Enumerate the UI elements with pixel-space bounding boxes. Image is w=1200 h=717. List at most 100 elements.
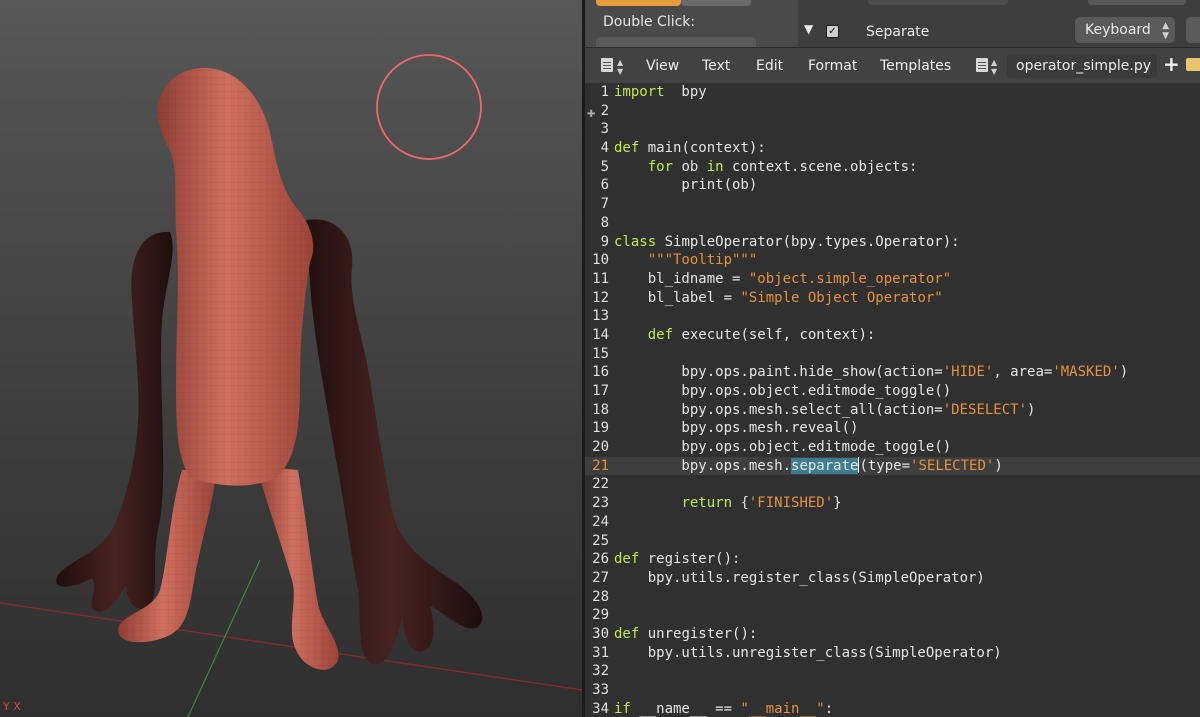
code-line[interactable]: 2 [585, 102, 1200, 121]
code-line[interactable]: 6 print(ob) [585, 176, 1200, 195]
code-token: bpy.ops.object.editmode_toggle() [614, 439, 952, 456]
code-token: bl_label = [614, 289, 741, 306]
text-editor-icon [601, 58, 613, 72]
keymap-field-top[interactable] [868, 0, 1008, 5]
code-token: bpy.utils.register_class(SimpleOperator) [614, 569, 985, 586]
code-line[interactable]: 28 [585, 588, 1200, 607]
code-line[interactable]: 20 bpy.ops.object.editmode_toggle() [585, 438, 1200, 457]
up-down-arrows-icon: ▲ ▼ [991, 58, 998, 76]
code-line[interactable]: 9 class SimpleOperator(bpy.types.Operator… [585, 233, 1200, 252]
code-token: bpy.ops.mesh.select_all(action= [614, 401, 943, 418]
gutter-expand-icon[interactable]: ✚ [587, 109, 595, 120]
line-number: 28 [592, 588, 609, 605]
code-token: { [732, 495, 749, 512]
code-line[interactable]: 11 bl_idname = "object.simple_operator" [585, 270, 1200, 289]
code-line[interactable]: 33 [585, 681, 1200, 700]
line-number: 22 [592, 476, 609, 493]
code-line[interactable]: 29 [585, 606, 1200, 625]
code-line[interactable]: 1 import bpy [585, 83, 1200, 102]
line-code: bpy.utils.register_class(SimpleOperator) [614, 569, 985, 588]
code-line[interactable]: 19 bpy.ops.mesh.reveal() [585, 419, 1200, 438]
up-down-arrows-icon: ▲ ▼ [617, 58, 624, 76]
keymap-item-name[interactable]: Separate [866, 24, 929, 40]
keymap-preferences-strip: Double Click: ▼ ✓ Separate Keyboard ▲ ▼ [585, 0, 1200, 47]
text-filename-field[interactable]: operator_simple.py [1007, 54, 1157, 78]
code-line[interactable]: 5 for ob in context.scene.objects: [585, 158, 1200, 177]
line-code: class SimpleOperator(bpy.types.Operator)… [614, 233, 960, 252]
keymap-field-top-right[interactable] [1088, 0, 1186, 5]
code-token: ) [1119, 364, 1129, 381]
code-line[interactable]: 30 def unregister(): [585, 625, 1200, 644]
code-line[interactable]: 10 """Tooltip""" [585, 251, 1200, 270]
line-code: """Tooltip""" [614, 251, 758, 270]
code-line[interactable]: 31 bpy.utils.unregister_class(SimpleOper… [585, 644, 1200, 663]
browse-text-button[interactable]: ▲ ▼ [974, 56, 1004, 76]
keyword-token: return [681, 495, 733, 512]
keymap-item-checkbox[interactable]: ✓ [826, 25, 839, 38]
keymap-input-type-dropdown[interactable]: Keyboard ▲ ▼ [1075, 17, 1175, 43]
code-line[interactable]: 14 def execute(self, context): [585, 326, 1200, 345]
code-token: ob [673, 158, 707, 175]
left-arm-masked [56, 231, 173, 612]
code-line[interactable]: 13 [585, 307, 1200, 326]
code-line[interactable]: 24 [585, 513, 1200, 532]
code-token: register(): [639, 551, 741, 568]
keyword-token: def [614, 140, 640, 157]
line-code: for ob in context.scene.objects: [614, 158, 918, 177]
line-number: 33 [592, 682, 609, 698]
code-line[interactable]: 4 def main(context): [585, 139, 1200, 158]
code-token: bpy.ops.mesh. [614, 457, 792, 474]
code-line[interactable]: 16 bpy.ops.paint.hide_show(action='HIDE'… [585, 363, 1200, 382]
code-line[interactable]: 12 bl_label = "Simple Object Operator" [585, 289, 1200, 308]
code-line[interactable]: 34 if __name__ == "__main__": [585, 700, 1200, 717]
code-line[interactable]: 32 [585, 662, 1200, 681]
menu-text[interactable]: Text [702, 58, 730, 74]
expand-triangle-icon[interactable]: ▼ [804, 22, 813, 36]
code-line[interactable]: 27 bpy.utils.register_class(SimpleOperat… [585, 569, 1200, 588]
open-folder-icon[interactable] [1186, 58, 1200, 71]
new-text-plus-icon[interactable]: + [1163, 52, 1180, 76]
line-number: 29 [592, 607, 609, 624]
code-line[interactable]: 15 [585, 345, 1200, 364]
code-line[interactable]: 8 [585, 214, 1200, 233]
double-click-field[interactable] [596, 37, 756, 47]
code-lines: 1 import bpy 2 3 4 def main(context): 5 for ob… [585, 83, 1200, 717]
line-number: 25 [592, 532, 609, 549]
editor-type-selector[interactable]: ▲ ▼ [597, 56, 627, 76]
line-number: 20 [592, 439, 609, 456]
code-editor[interactable]: 1 import bpy 2 3 4 def main(context): 5 for ob… [585, 83, 1200, 717]
code-line[interactable]: 25 [585, 532, 1200, 551]
code-line[interactable]: 17 bpy.ops.object.editmode_toggle() [585, 382, 1200, 401]
keyword-token: for [647, 158, 674, 175]
line-number: 23 [592, 495, 609, 512]
inactive-tab[interactable] [681, 0, 751, 6]
keymap-extra-button[interactable] [1186, 17, 1200, 43]
menu-edit[interactable]: Edit [756, 58, 783, 74]
line-number: 34 [592, 700, 609, 717]
code-token: ) [994, 457, 1003, 474]
keyword-token: in [706, 158, 724, 175]
line-number: 26 [592, 551, 609, 568]
active-tab[interactable] [596, 0, 681, 6]
code-line[interactable]: 22 [585, 475, 1200, 494]
code-token: bpy.ops.mesh.reveal() [614, 420, 859, 437]
menu-view[interactable]: View [646, 58, 679, 74]
code-line[interactable]: 21 bpy.ops.mesh.separate(type='SELECTED'… [585, 456, 1200, 476]
line-number: 10 [592, 252, 609, 269]
string-token: "Simple Object Operator" [740, 289, 943, 306]
code-line[interactable]: 7 [585, 195, 1200, 214]
3d-viewport[interactable]: Y X [0, 0, 582, 717]
line-number: 27 [592, 569, 609, 586]
keyword-token: def [647, 326, 674, 343]
code-line[interactable]: 26 def register(): [585, 550, 1200, 569]
line-code: bl_idname = "object.simple_operator" [614, 270, 951, 289]
line-number: 30 [592, 625, 609, 642]
menu-format[interactable]: Format [808, 58, 857, 74]
menu-templates[interactable]: Templates [880, 58, 951, 74]
code-line[interactable]: 18 bpy.ops.mesh.select_all(action='DESEL… [585, 401, 1200, 420]
code-line[interactable]: 23 return {'FINISHED'} [585, 494, 1200, 513]
code-line[interactable]: 3 [585, 120, 1200, 139]
